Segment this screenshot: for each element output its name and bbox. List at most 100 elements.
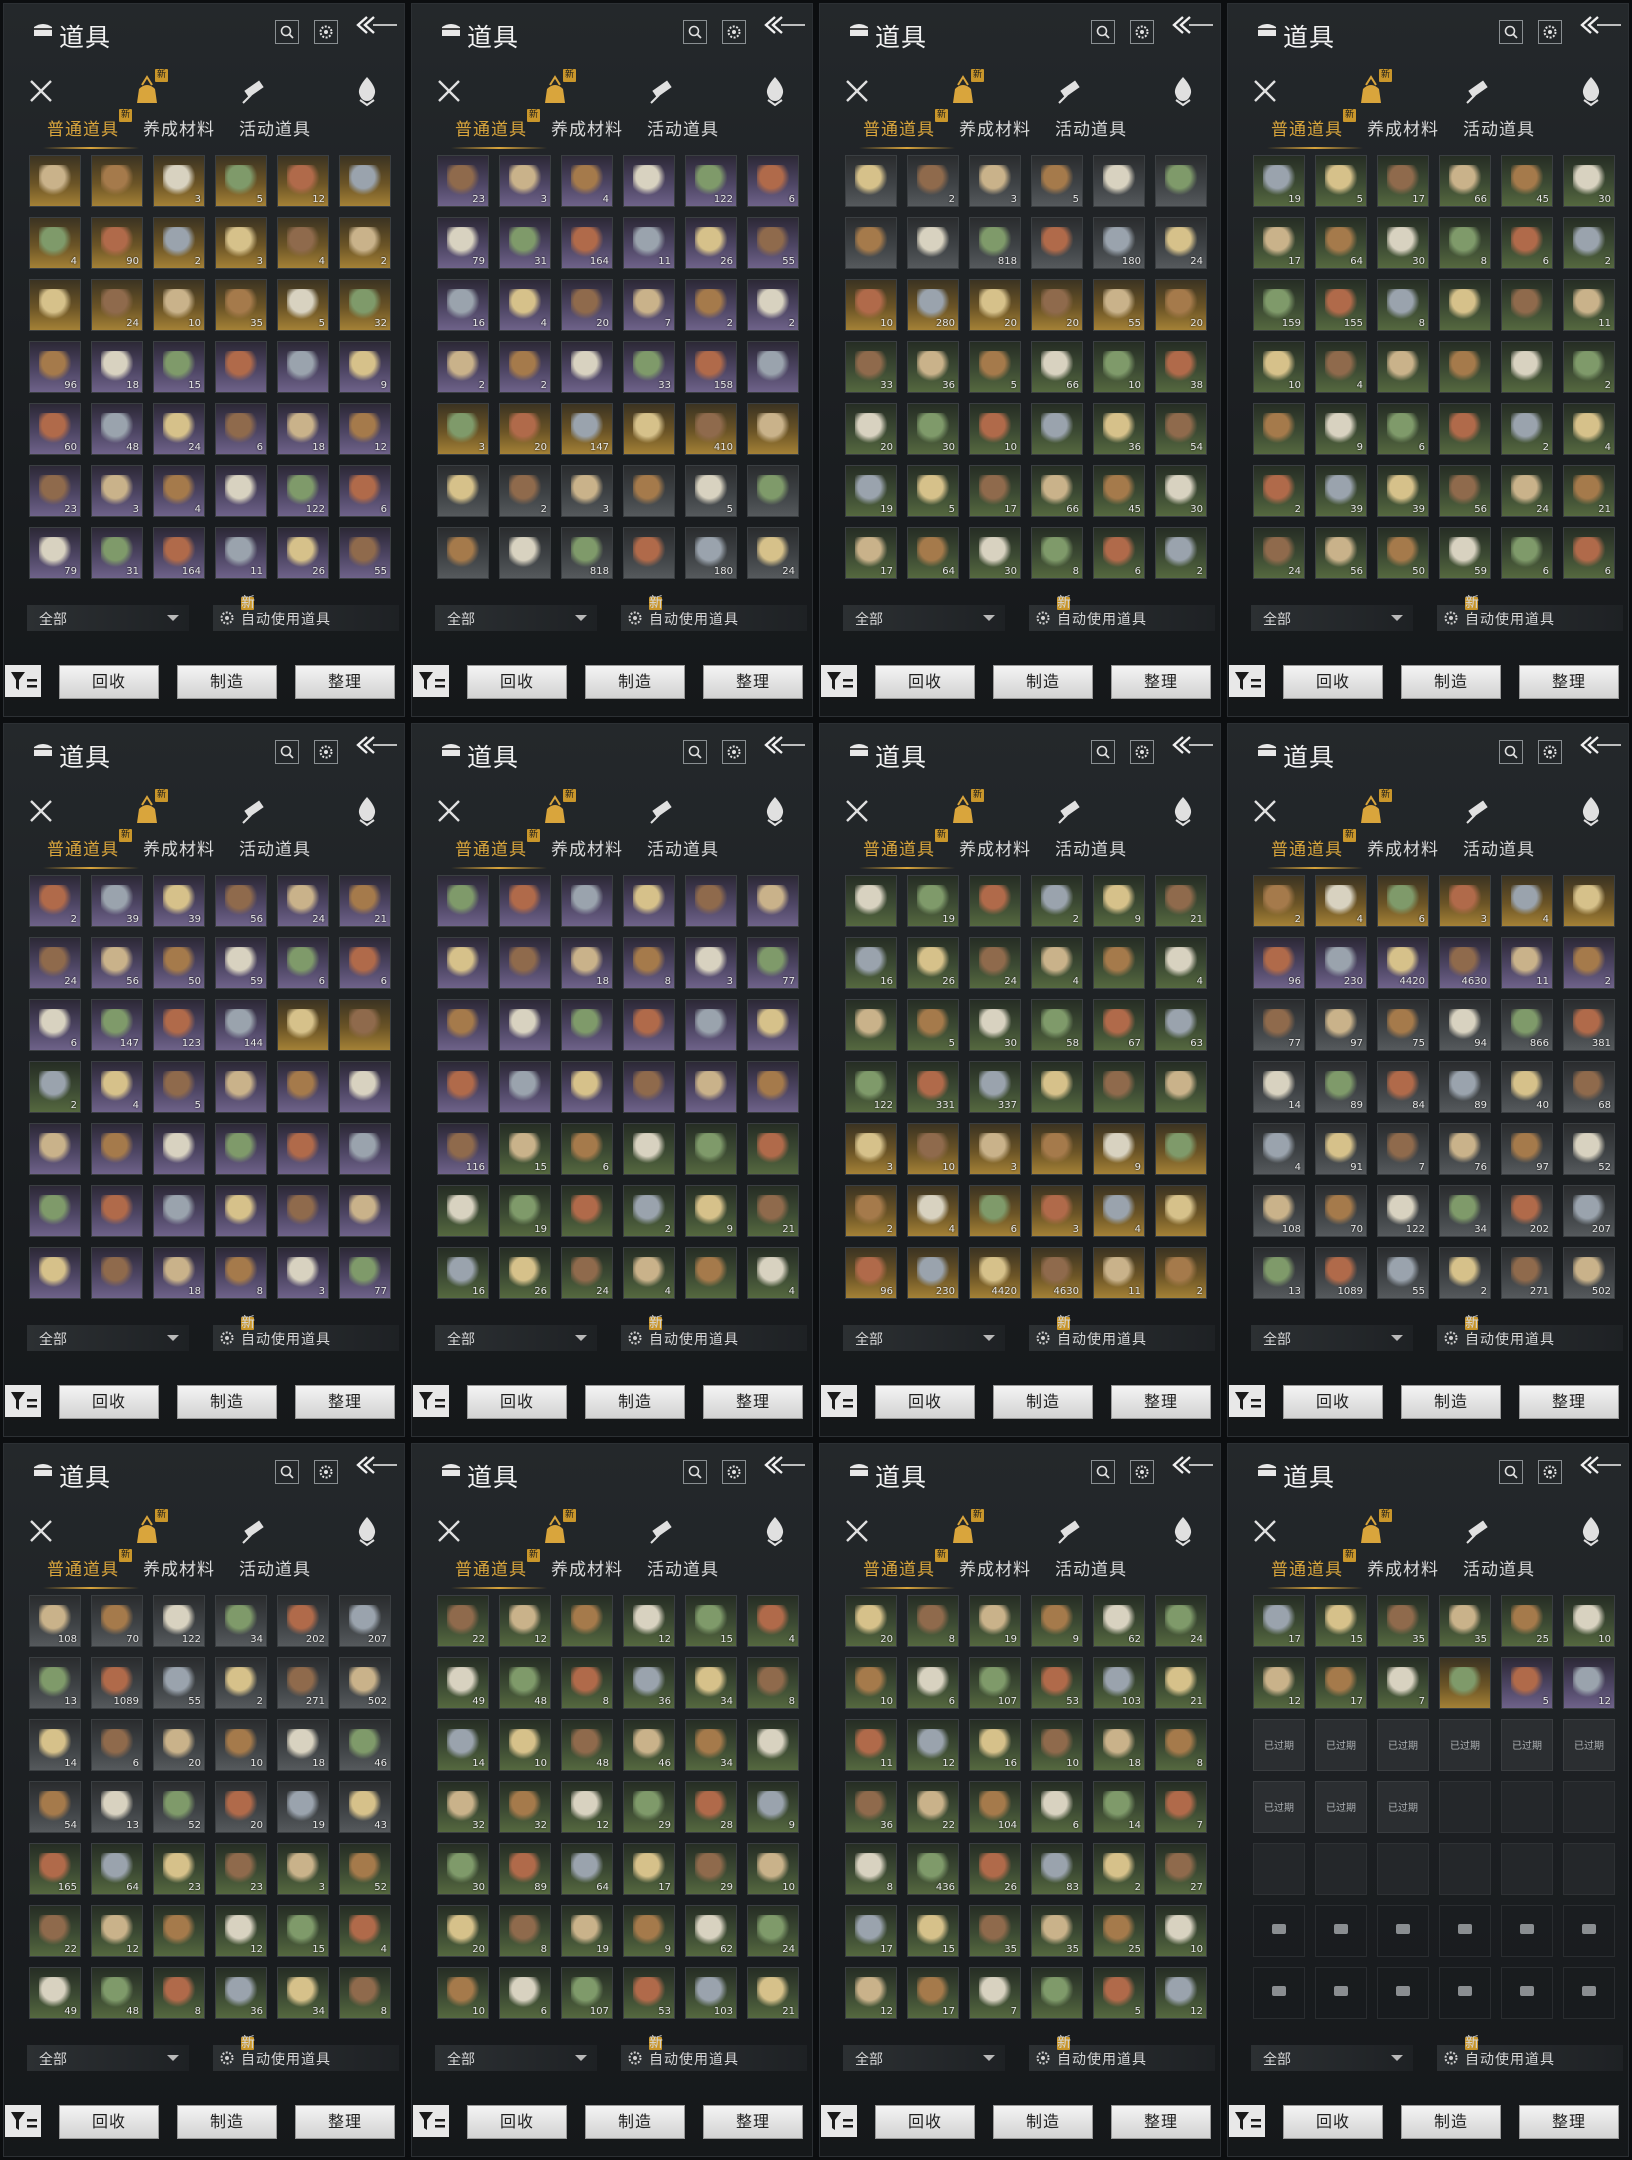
category-scrolls[interactable]: [643, 1513, 679, 1549]
auto-use-button[interactable]: 自动使用道具 新: [621, 596, 807, 631]
item-slot[interactable]: 34: [685, 1657, 737, 1709]
search-button[interactable]: [683, 740, 707, 764]
filter-dropdown[interactable]: 全部: [435, 2045, 597, 2071]
item-slot[interactable]: 271: [277, 1657, 329, 1709]
item-slot[interactable]: 已过期: [1377, 1781, 1429, 1833]
auto-use-button[interactable]: 自动使用道具 新: [213, 596, 399, 631]
category-scrolls[interactable]: [1051, 793, 1087, 829]
item-slot[interactable]: 4: [339, 1905, 391, 1957]
item-slot[interactable]: 10: [1093, 341, 1145, 393]
item-slot[interactable]: 已过期: [1563, 1719, 1615, 1771]
item-slot[interactable]: [747, 1719, 799, 1771]
item-slot[interactable]: 6: [339, 937, 391, 989]
item-slot[interactable]: 4: [623, 1247, 675, 1299]
item-slot[interactable]: 45: [1501, 155, 1553, 207]
item-slot[interactable]: [153, 1123, 205, 1175]
tab-growth-materials[interactable]: 养成材料: [1367, 835, 1439, 860]
item-slot[interactable]: [1563, 875, 1615, 927]
item-slot[interactable]: 20: [1155, 279, 1207, 331]
item-slot[interactable]: 2: [1563, 217, 1615, 269]
item-slot[interactable]: 230: [907, 1247, 959, 1299]
item-slot[interactable]: 43: [339, 1781, 391, 1833]
item-slot[interactable]: 54: [29, 1781, 81, 1833]
item-slot[interactable]: 10: [845, 279, 897, 331]
sort-button[interactable]: 整理: [295, 1385, 395, 1419]
item-slot[interactable]: [623, 527, 675, 579]
item-slot[interactable]: 2: [1155, 527, 1207, 579]
item-slot[interactable]: 12: [623, 1595, 675, 1647]
craft-button[interactable]: 制造: [1401, 665, 1501, 699]
item-slot[interactable]: 123: [153, 999, 205, 1051]
item-slot[interactable]: 9: [1031, 1595, 1083, 1647]
item-slot[interactable]: 1089: [1315, 1247, 1367, 1299]
tab-growth-materials[interactable]: 养成材料: [959, 115, 1031, 140]
item-slot[interactable]: 53: [623, 1967, 675, 2019]
item-slot[interactable]: 10: [747, 1843, 799, 1895]
item-slot[interactable]: [437, 1061, 489, 1113]
settings-button[interactable]: [314, 1460, 338, 1484]
item-slot[interactable]: 2: [339, 217, 391, 269]
item-slot[interactable]: 36: [623, 1657, 675, 1709]
item-slot[interactable]: 18: [277, 1719, 329, 1771]
item-slot[interactable]: [1155, 1185, 1207, 1237]
item-slot[interactable]: 54: [1155, 403, 1207, 455]
filter-dropdown[interactable]: 全部: [1251, 2045, 1413, 2071]
item-slot[interactable]: 5: [215, 155, 267, 207]
filter-dropdown[interactable]: 全部: [27, 2045, 189, 2071]
settings-button[interactable]: [314, 740, 338, 764]
item-slot[interactable]: 6: [1501, 527, 1553, 579]
item-slot[interactable]: 18: [91, 341, 143, 393]
settings-button[interactable]: [722, 1460, 746, 1484]
item-slot[interactable]: 8: [153, 1967, 205, 2019]
item-slot[interactable]: 16: [437, 1247, 489, 1299]
item-slot[interactable]: [91, 1123, 143, 1175]
item-slot[interactable]: 4: [499, 279, 551, 331]
item-slot[interactable]: [437, 1185, 489, 1237]
item-slot[interactable]: 9: [1093, 875, 1145, 927]
filter-dropdown[interactable]: 全部: [843, 1325, 1005, 1351]
item-slot[interactable]: 39: [1315, 465, 1367, 517]
item-slot[interactable]: 67: [1093, 999, 1145, 1051]
item-slot[interactable]: 4: [91, 1061, 143, 1113]
item-slot[interactable]: 75: [1377, 999, 1429, 1051]
item-slot[interactable]: [623, 155, 675, 207]
item-slot[interactable]: 17: [907, 1967, 959, 2019]
item-slot[interactable]: 2: [1501, 403, 1553, 455]
item-slot[interactable]: 48: [91, 403, 143, 455]
item-slot[interactable]: 2: [1563, 341, 1615, 393]
item-slot[interactable]: 158: [685, 341, 737, 393]
item-slot[interactable]: 59: [1439, 527, 1491, 579]
tab-event-items[interactable]: 活动道具: [647, 1555, 719, 1580]
item-slot[interactable]: [747, 999, 799, 1051]
item-slot[interactable]: [339, 999, 391, 1051]
item-slot[interactable]: 30: [1155, 465, 1207, 517]
item-slot[interactable]: 55: [1377, 1247, 1429, 1299]
item-slot[interactable]: [29, 279, 81, 331]
item-slot[interactable]: 164: [153, 527, 205, 579]
item-slot[interactable]: 77: [339, 1247, 391, 1299]
item-slot[interactable]: 已过期: [1439, 1719, 1491, 1771]
item-slot[interactable]: 2: [845, 1185, 897, 1237]
item-slot[interactable]: 9: [1315, 403, 1367, 455]
item-slot[interactable]: 30: [907, 403, 959, 455]
item-slot[interactable]: 2: [437, 341, 489, 393]
item-slot[interactable]: 9: [339, 341, 391, 393]
filter-icon[interactable]: [1227, 2103, 1267, 2139]
item-slot[interactable]: [561, 1185, 613, 1237]
search-button[interactable]: [683, 1460, 707, 1484]
tab-growth-materials[interactable]: 养成材料: [143, 115, 215, 140]
item-slot[interactable]: 2: [1253, 465, 1305, 517]
item-slot[interactable]: 122: [845, 1061, 897, 1113]
item-slot[interactable]: 7: [1377, 1657, 1429, 1709]
item-slot[interactable]: 90: [91, 217, 143, 269]
item-slot[interactable]: [1031, 1967, 1083, 2019]
item-slot[interactable]: 20: [215, 1781, 267, 1833]
item-slot[interactable]: 21: [747, 1967, 799, 2019]
item-slot[interactable]: [685, 1247, 737, 1299]
item-slot[interactable]: 116: [437, 1123, 489, 1175]
item-slot[interactable]: 14: [1093, 1781, 1145, 1833]
tab-common-items[interactable]: 普通道具: [863, 1555, 935, 1580]
item-slot[interactable]: 19: [561, 1905, 613, 1957]
item-slot[interactable]: 12: [1563, 1657, 1615, 1709]
item-slot[interactable]: 4: [29, 217, 81, 269]
